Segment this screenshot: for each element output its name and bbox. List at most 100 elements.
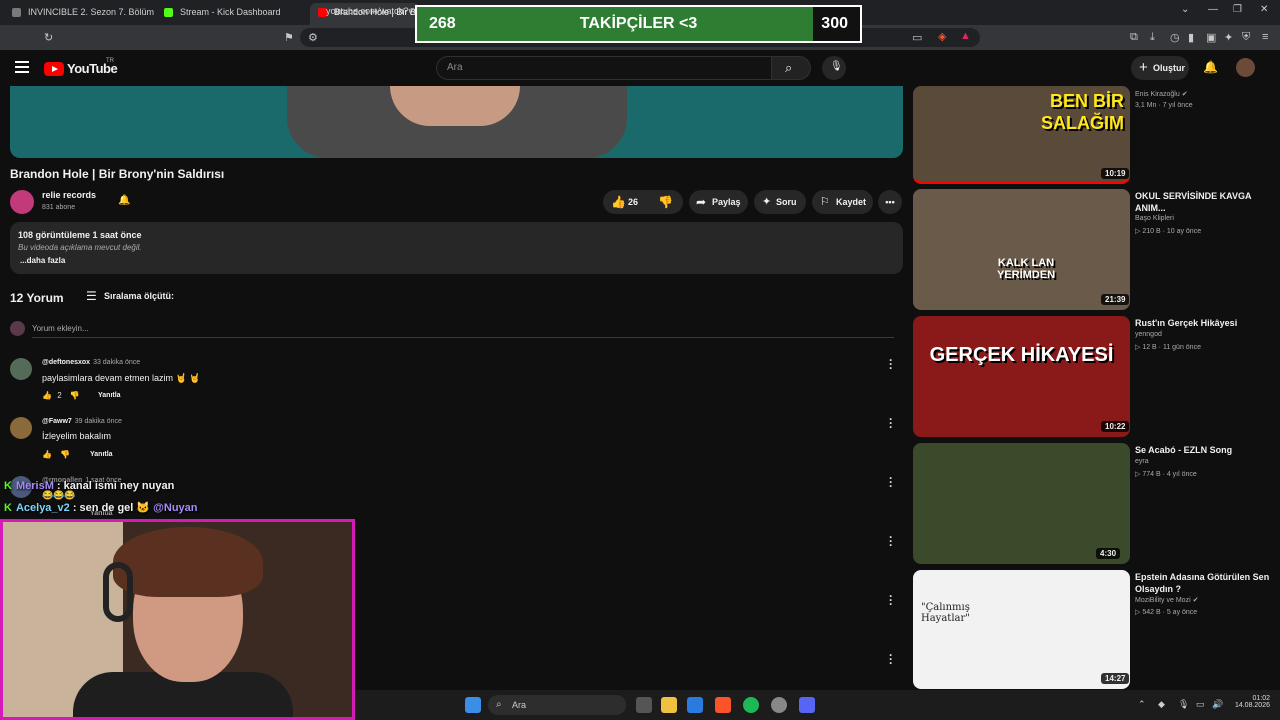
download-icon[interactable]: ⤓ [1150, 31, 1155, 44]
comment-menu-icon[interactable]: · · · [889, 649, 893, 669]
webcam-person-hair [113, 527, 263, 597]
comment-time[interactable]: 33 dakika önce [93, 359, 140, 366]
file-explorer-icon[interactable] [661, 697, 677, 713]
like-icon[interactable]: 👍 [611, 190, 626, 214]
close-window-icon[interactable]: ✕ [1260, 4, 1268, 15]
reply-button[interactable]: Yanıtla [98, 392, 121, 399]
store-icon[interactable] [687, 697, 703, 713]
bookmark-icon[interactable]: ⚑ [284, 31, 294, 44]
windows-start-icon[interactable] [465, 697, 481, 713]
sidebar-video-thumbnail[interactable]: BEN BİR SALAĞIM [913, 86, 1130, 184]
taskbar-clock[interactable]: 01:02 14.08.2026 [1230, 695, 1270, 709]
add-comment-input[interactable]: Yorum ekleyin... [32, 324, 89, 333]
voice-search-button[interactable]: 🎙 [822, 56, 846, 80]
thumbnail-text: GERÇEK HİKAYESİ [929, 344, 1114, 366]
leo-icon[interactable]: ✦ [1224, 31, 1233, 44]
sidebar-video-thumbnail[interactable] [913, 443, 1130, 564]
account-avatar[interactable] [1236, 58, 1255, 77]
tab-list-icon[interactable]: ⌄ [1181, 4, 1189, 15]
tray-app-icon[interactable]: ◆ [1158, 699, 1165, 710]
search-button[interactable]: ⌕ [771, 56, 811, 80]
history-icon[interactable]: ◷ [1170, 31, 1180, 44]
video-player[interactable] [10, 86, 903, 158]
like-count[interactable]: 26 [628, 190, 638, 214]
youtube-logo-icon[interactable] [44, 62, 64, 76]
comment-dislike-icon[interactable]: 👎 [60, 450, 70, 459]
sidebar-toggle-icon[interactable]: ▮ [1188, 31, 1194, 44]
sidebar-channel-name[interactable]: MoziBility ve Mozi ✔ [1135, 596, 1275, 604]
show-more-link[interactable]: ...daha fazla [20, 256, 65, 265]
views-and-date: 108 görüntüleme 1 saat önce [18, 230, 142, 240]
channel-avatar[interactable] [10, 190, 34, 214]
chat-text: : kanal ismi ney nuyan [53, 480, 175, 492]
create-button[interactable]: + Oluştur [1131, 56, 1189, 80]
ask-button[interactable]: ✦ Soru [754, 190, 806, 214]
guide-menu-icon[interactable] [15, 61, 29, 76]
sidebar-channel-name[interactable]: yenngod [1135, 331, 1275, 338]
sidebar-channel-name[interactable]: eyra [1135, 458, 1275, 465]
sidebar-channel-name[interactable]: Başo Klipleri [1135, 215, 1275, 222]
wallet-icon[interactable]: ▣ [1206, 31, 1216, 44]
comment-author[interactable]: @Faww7 [42, 418, 72, 425]
comment-like-icon[interactable]: 👍 [42, 450, 52, 459]
sidebar-video-thumbnail[interactable]: GERÇEK HİKAYESİ [913, 316, 1130, 437]
sidebar-video-title[interactable]: OKUL SERVİSİNDE KAVGA ANIM... [1135, 190, 1270, 214]
sidebar-channel-name[interactable]: Enis Kirazoğlu ✔ [1135, 90, 1275, 98]
more-actions-button[interactable]: ••• [878, 190, 902, 214]
tray-chevron-icon[interactable]: ⌃ [1138, 699, 1146, 710]
sidebar-video-title[interactable]: Epstein Adasına Götürülen Sen Olsaydın ? [1135, 571, 1270, 595]
brave-shield-icon[interactable]: ◈ [938, 30, 946, 43]
obs-icon[interactable] [771, 697, 787, 713]
comment-menu-icon[interactable]: · · · [889, 531, 893, 551]
brave-rewards-icon[interactable]: ▲ [960, 30, 971, 42]
search-placeholder: Ara [447, 62, 463, 73]
comment-menu-icon[interactable]: · · · [889, 354, 893, 374]
extensions-icon[interactable]: ⧉ [1130, 31, 1138, 44]
bookmark-save-icon: ⚐ [820, 196, 830, 208]
tray-mic-icon[interactable]: 🎙 [1178, 699, 1189, 710]
volume-icon[interactable]: 🔊 [1212, 699, 1223, 710]
sidebar-video-thumbnail[interactable]: KALK LAN YERİMDEN [913, 189, 1130, 310]
comment-avatar[interactable] [10, 417, 32, 439]
spotify-icon[interactable] [743, 697, 759, 713]
share-button[interactable]: ➦ Paylaş [689, 190, 748, 214]
comment-header: @deftonesxox 33 dakika önce [42, 359, 140, 366]
ask-label: Soru [776, 197, 797, 207]
sort-comments-button[interactable]: ☰ Sıralama ölçütü: [86, 289, 174, 303]
sidebar-video-title[interactable]: Se Acabó - EZLN Song [1135, 444, 1270, 456]
search-input[interactable] [436, 56, 772, 80]
dislike-icon[interactable]: 👎 [658, 190, 673, 214]
network-icon[interactable]: ▭ [1196, 699, 1205, 710]
comment-dislike-icon[interactable]: 👎 [70, 391, 80, 400]
sidebar-video-thumbnail[interactable]: "Çalınmış Hayatlar" [913, 570, 1130, 689]
maximize-icon[interactable]: ❐ [1233, 4, 1242, 15]
comment-menu-icon[interactable]: · · · [889, 590, 893, 610]
minimize-icon[interactable]: — [1208, 4, 1218, 15]
taskbar-search[interactable] [488, 695, 626, 715]
comment-author[interactable]: @deftonesxox [42, 359, 90, 366]
cast-icon[interactable]: ▭ [912, 31, 922, 44]
comment-time[interactable]: 39 dakika önce [75, 418, 122, 425]
reply-button[interactable]: Yanıtla [90, 451, 113, 458]
reload-icon[interactable]: ↻ [44, 31, 53, 44]
channel-name[interactable]: relie records [42, 190, 96, 200]
menu-icon[interactable]: ≡ [1262, 31, 1268, 43]
share-label: Paylaş [712, 197, 741, 207]
comment-like-icon[interactable]: 👍 [42, 391, 52, 400]
browser-tab-1[interactable]: INVINCIBLE 2. Sezon 7. Bölüm izle [4, 3, 154, 25]
sidebar-video-title[interactable]: Rust'ın Gerçek Hikâyesi [1135, 317, 1270, 329]
discord-icon[interactable] [799, 697, 815, 713]
save-button[interactable]: ⚐ Kaydet [812, 190, 873, 214]
comment-avatar[interactable] [10, 358, 32, 380]
brave-browser-icon[interactable] [715, 697, 731, 713]
browser-tab-2[interactable]: Stream - Kick Dashboard [156, 3, 306, 25]
site-info-icon[interactable]: ⚙ [308, 31, 318, 44]
bell-subscribe-icon[interactable]: 🔔 [118, 195, 130, 206]
vpn-icon[interactable]: ⛨ [1242, 31, 1250, 44]
notifications-bell-icon[interactable]: 🔔 [1203, 60, 1218, 74]
comment-menu-icon[interactable]: · · · [889, 413, 893, 433]
description-box[interactable] [10, 222, 903, 274]
comment-actions: 👍 2 👎 [42, 391, 80, 400]
comment-menu-icon[interactable]: · · · [889, 472, 893, 492]
task-view-icon[interactable] [636, 697, 652, 713]
